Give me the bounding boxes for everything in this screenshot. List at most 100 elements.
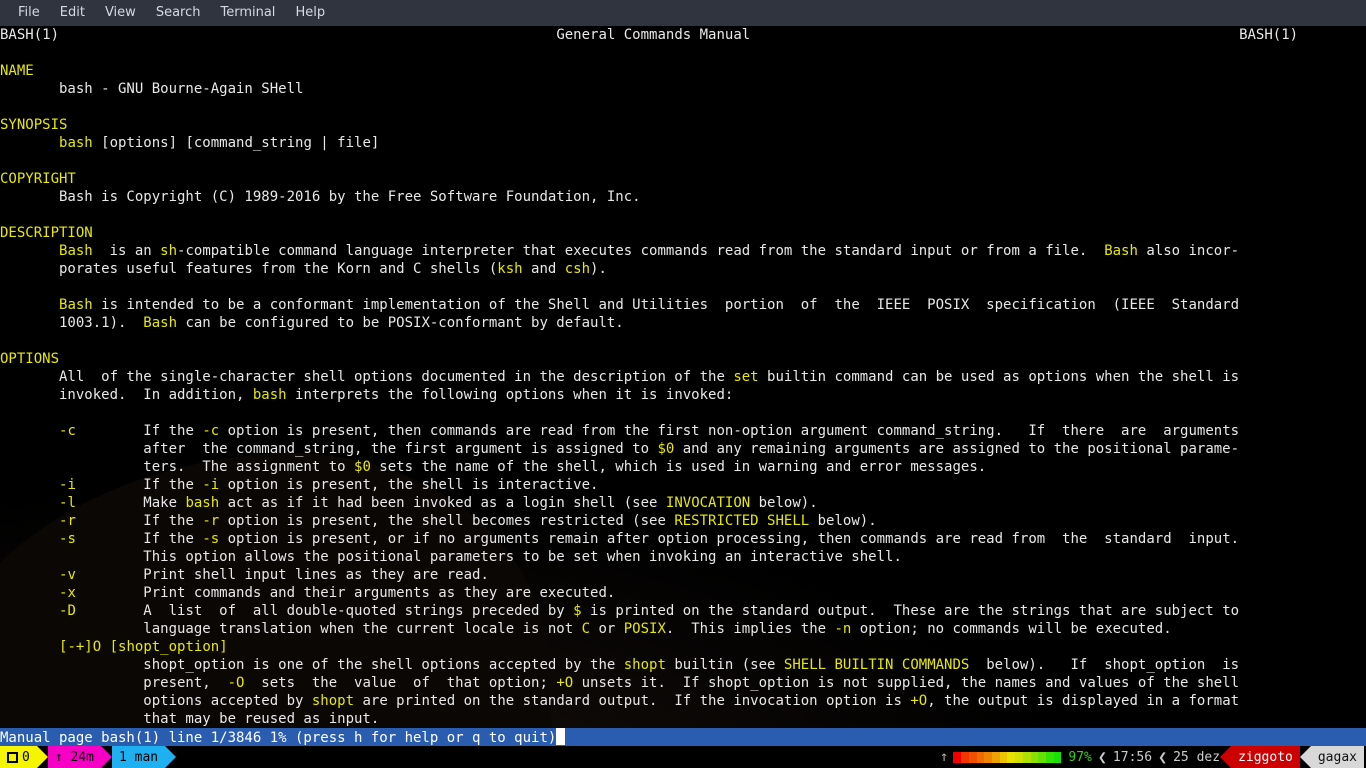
man-span: General Commands Manual (556, 27, 751, 43)
uptime-segment[interactable]: ↑ 24m (47, 746, 101, 768)
man-span (0, 639, 59, 655)
man-line: Bash is an sh-compatible command languag… (0, 242, 1366, 260)
man-span: INVOCATION (665, 495, 751, 511)
battery-cell (961, 751, 969, 763)
tmux-window-man[interactable]: 1 man (111, 746, 166, 768)
window-count-segment-arrow-icon (36, 746, 48, 768)
man-line (0, 98, 1366, 116)
man-span: . This implies the (665, 621, 835, 637)
man-span: 1003.1). (0, 315, 144, 331)
man-span (0, 243, 59, 259)
menu-edit[interactable]: Edit (50, 0, 95, 26)
man-span: and (522, 261, 565, 277)
charging-icon: ↑ (939, 749, 949, 765)
man-page-viewport[interactable]: BASH(1) General Commands Manual BASH(1) … (0, 26, 1366, 768)
man-span: BASH(1) (1239, 27, 1299, 43)
man-line: SYNOPSIS (0, 116, 1366, 134)
man-span: option is present, or if no arguments re… (219, 531, 1240, 547)
man-span (0, 477, 59, 493)
menu-terminal[interactable]: Terminal (210, 0, 285, 26)
man-line: -x Print commands and their arguments as… (0, 584, 1366, 602)
man-span: shopt (311, 693, 355, 709)
man-span: below). If shopt_option is (969, 657, 1240, 673)
man-span: [options] [command_string | file] (92, 135, 380, 151)
man-line: BASH(1) General Commands Manual BASH(1) (0, 26, 1366, 44)
tmux-window-man-label: 1 man (118, 749, 159, 765)
man-line: language translation when the current lo… (0, 620, 1366, 638)
menu-help[interactable]: Help (285, 0, 335, 26)
man-span: +O (910, 693, 928, 709)
man-line: -i If the -i option is present, the shel… (0, 476, 1366, 494)
man-span: shopt_option is one of the shell options… (0, 657, 624, 673)
user-segment: gagax (1310, 746, 1364, 768)
man-line (0, 404, 1366, 422)
man-line: that may be reused as input. (0, 710, 1366, 728)
man-line: 1003.1). Bash can be configured to be PO… (0, 314, 1366, 332)
man-span: BASH(1) (0, 27, 60, 43)
man-span: Print shell input lines as they are read… (75, 567, 489, 583)
man-span: or (590, 621, 624, 637)
man-line (0, 332, 1366, 350)
man-span: option is present, the shell is interact… (219, 477, 599, 493)
man-span: option is present, then commands are rea… (219, 423, 1240, 439)
man-span: also incor- (1137, 243, 1240, 259)
hostname-segment: ziggoto (1231, 746, 1300, 768)
window-count-segment-label: 0 (22, 749, 30, 765)
less-status-line: Manual page bash(1) line 1/3846 1% (pres… (0, 728, 1366, 746)
man-line: -D A list of all double-quoted strings p… (0, 602, 1366, 620)
man-span: bash (252, 387, 287, 403)
man-span: unsets it. If shopt_option is not suppli… (573, 675, 1240, 691)
man-span: If the (75, 423, 203, 439)
man-span: ksh (497, 261, 523, 277)
battery-cell (1046, 751, 1054, 763)
uptime-segment-label: ↑ 24m (54, 749, 94, 765)
man-span: $0 (657, 441, 675, 457)
man-span: csh (564, 261, 591, 277)
menu-view[interactable]: View (95, 0, 146, 26)
man-span: invoked. In addition, (0, 387, 253, 403)
man-line: All of the single-character shell option… (0, 368, 1366, 386)
window-count-segment[interactable]: 0 (0, 746, 37, 768)
man-span (0, 135, 59, 151)
man-line: ters. The assignment to $0 sets the name… (0, 458, 1366, 476)
less-status-text: Manual page bash(1) line 1/3846 1% (pres… (0, 730, 557, 746)
man-line (0, 278, 1366, 296)
man-span: -n (834, 621, 852, 637)
separator-icon-2: ❮ (1158, 748, 1168, 766)
man-line: DESCRIPTION (0, 224, 1366, 242)
man-line: -v Print shell input lines as they are r… (0, 566, 1366, 584)
terminal-window[interactable]: BASH(1) General Commands Manual BASH(1) … (0, 26, 1366, 768)
man-span: -O (227, 675, 245, 691)
man-span: Make (75, 495, 186, 511)
man-span: C (581, 621, 591, 637)
man-line: shopt_option is one of the shell options… (0, 656, 1366, 674)
battery-cell (1022, 751, 1031, 763)
man-span: COPYRIGHT (0, 171, 76, 187)
man-span: $ (573, 603, 582, 619)
man-span: If the (75, 513, 203, 529)
man-span (0, 585, 59, 601)
man-span: ). (590, 261, 607, 277)
text-cursor (556, 728, 566, 745)
man-span: can be configured to be POSIX-conformant… (177, 315, 624, 331)
man-span: bash - GNU Bourne-Again SHell (0, 81, 304, 97)
man-span: -c (202, 423, 220, 439)
man-span: Bash (59, 243, 93, 259)
menu-file[interactable]: File (8, 0, 50, 26)
man-span (0, 495, 59, 511)
man-line: -s If the -s option is present, or if no… (0, 530, 1366, 548)
man-span: is printed on the standard output. These… (581, 603, 1240, 619)
menu-search[interactable]: Search (146, 0, 211, 26)
tmux-status-bar[interactable]: 0 ↑ 24m 1 man ↑ 97% ❮ 17:56 ❮ 25 dez ziggo… (0, 746, 1366, 768)
tmux-window-man-arrow-icon (165, 746, 177, 768)
uptime-segment-arrow-icon (100, 746, 112, 768)
man-line: bash - GNU Bourne-Again SHell (0, 80, 1366, 98)
man-span: ] (219, 639, 228, 655)
man-span: SHELL BUILTIN COMMANDS (783, 657, 970, 673)
man-span: If the (75, 477, 203, 493)
man-span: OPTIONS (0, 351, 60, 367)
man-line: options accepted by shopt are printed on… (0, 692, 1366, 710)
man-span: below). (750, 495, 818, 511)
man-span: -x (59, 585, 76, 601)
battery-cell (984, 751, 992, 763)
